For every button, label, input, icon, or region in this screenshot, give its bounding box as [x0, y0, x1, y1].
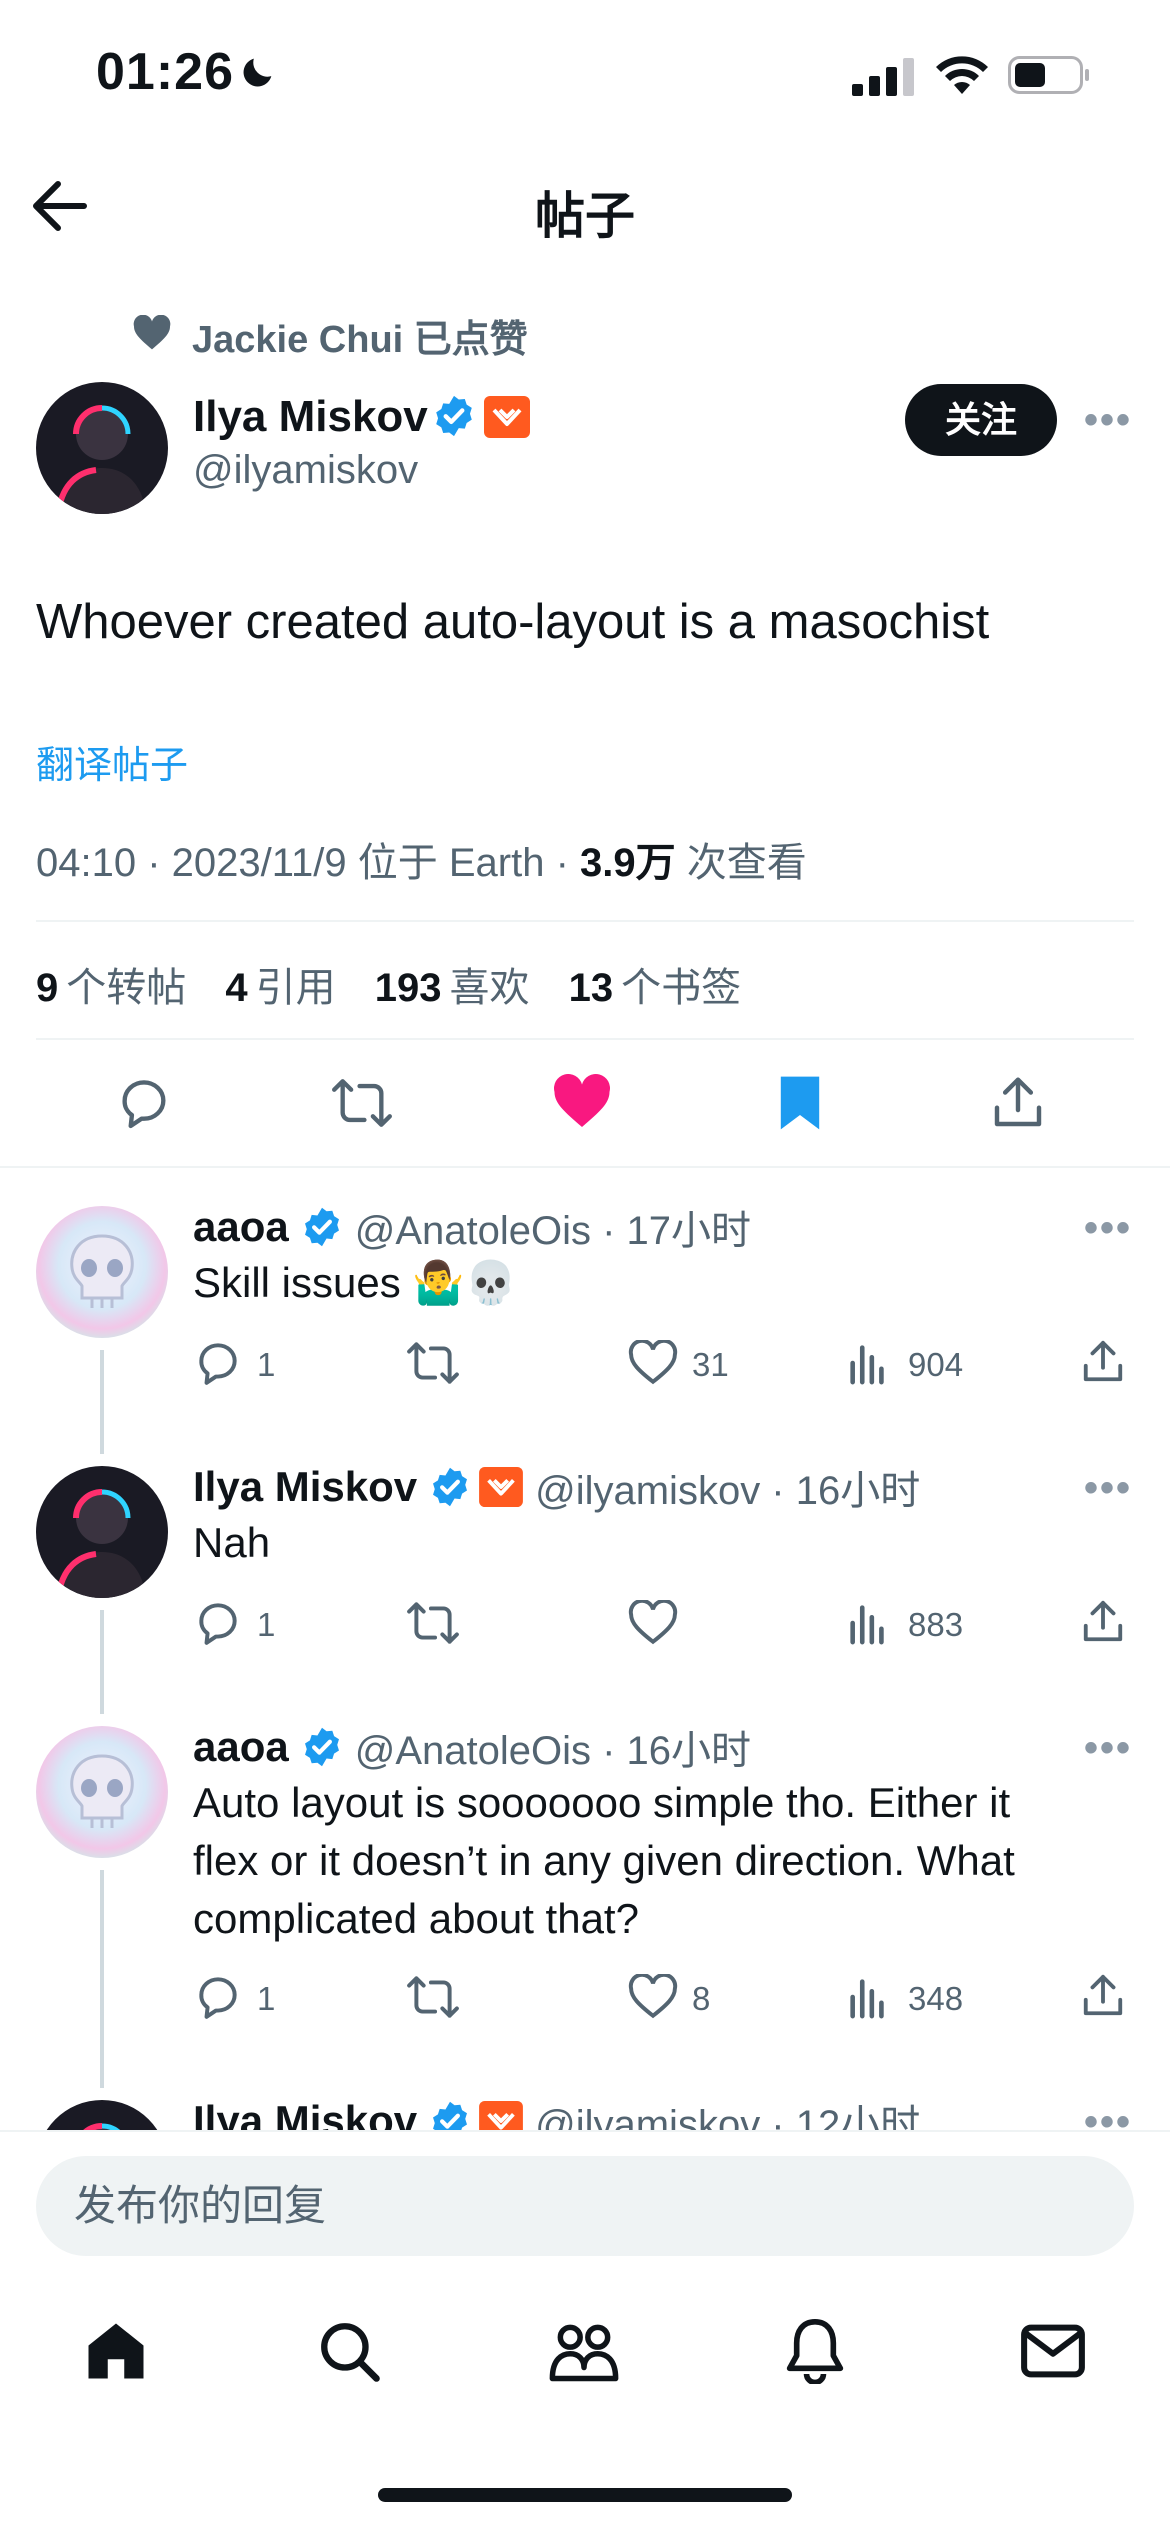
heart-icon	[132, 315, 172, 351]
home-indicator	[378, 2488, 792, 2502]
post-timestamp: 04:10 · 2023/11/9 位于 Earth ·	[36, 841, 581, 885]
reply-text: Auto layout is sooooooo simple tho. Eith…	[193, 1779, 1015, 1942]
more-options-icon[interactable]: •••	[1084, 1206, 1132, 1251]
views-label: 次查看	[675, 841, 807, 885]
avatar[interactable]	[36, 1466, 168, 1598]
bookmark-icon[interactable]	[776, 1074, 824, 1132]
liked-by-text[interactable]: Jackie Chui 已点赞	[192, 308, 528, 363]
status-time: 01:26	[96, 43, 234, 101]
share-icon[interactable]	[990, 1074, 1046, 1132]
avatar[interactable]	[36, 382, 168, 514]
verified-badge-icon	[301, 1726, 343, 1768]
reply-text: Skill issues 🤷‍♂️💀	[193, 1259, 517, 1306]
like-count: 8	[692, 1980, 711, 2017]
like-icon[interactable]	[552, 1074, 612, 1130]
reply-count: 1	[257, 1606, 276, 1643]
communities-icon[interactable]	[548, 2318, 620, 2384]
reposts-stat[interactable]: 9 个转帖	[36, 966, 214, 1010]
likes-stat[interactable]: 193 喜欢	[375, 966, 558, 1010]
repost-icon[interactable]	[406, 1338, 460, 1388]
views-icon[interactable]	[848, 1600, 888, 1646]
repost-icon[interactable]	[330, 1074, 394, 1132]
notifications-icon[interactable]	[784, 2316, 846, 2384]
divider	[36, 1038, 1134, 1040]
reply-count: 1	[257, 1346, 276, 1383]
reply-author-name[interactable]: aaoa	[193, 1203, 289, 1251]
reply-text: Nah	[193, 1519, 271, 1566]
repost-icon[interactable]	[406, 1598, 460, 1648]
share-icon[interactable]	[1080, 1598, 1126, 1646]
views-icon[interactable]	[848, 1340, 888, 1386]
reply-header: aaoa @AnatoleOis · 17小时	[193, 1198, 751, 1256]
reply-icon[interactable]	[193, 1972, 243, 2022]
divider	[36, 920, 1134, 922]
thread-line	[100, 1350, 104, 1454]
post-text: Whoever created auto-layout is a masochi…	[36, 595, 990, 649]
author-handle[interactable]: @ilyamiskov	[193, 448, 418, 493]
reply-icon[interactable]	[193, 1598, 243, 1648]
more-options-icon[interactable]: •••	[1084, 1466, 1132, 1511]
translate-post-link[interactable]: 翻译帖子	[36, 734, 188, 789]
verified-badge-icon	[301, 1206, 343, 1248]
verified-badge-icon	[429, 1466, 471, 1508]
reply-icon[interactable]	[193, 1338, 243, 1388]
author-name[interactable]: Ilya Miskov	[193, 392, 428, 442]
author-name-text[interactable]: Ilya Miskov	[193, 392, 428, 441]
repost-icon[interactable]	[406, 1972, 460, 2022]
share-icon[interactable]	[1080, 1972, 1126, 2020]
affiliate-badge-icon	[479, 1467, 524, 1507]
views-count: 883	[908, 1606, 964, 1643]
share-icon[interactable]	[1080, 1338, 1126, 1386]
reply-header: Ilya Miskov @ilyamiskov · 16小时	[193, 1458, 920, 1516]
search-icon[interactable]	[316, 2318, 382, 2384]
avatar[interactable]	[36, 1206, 168, 1338]
moon-icon	[238, 52, 278, 92]
messages-icon[interactable]	[1020, 2322, 1086, 2380]
more-options-icon[interactable]: •••	[1084, 1726, 1132, 1771]
affiliate-badge-icon	[484, 396, 530, 438]
reply-author-name[interactable]: aaoa	[193, 1723, 289, 1771]
verified-badge-icon	[432, 394, 476, 438]
home-icon[interactable]	[82, 2318, 150, 2384]
quotes-stat[interactable]: 4 引用	[225, 966, 363, 1010]
reply-header: aaoa @AnatoleOis · 16小时	[193, 1718, 751, 1776]
views-count: 904	[908, 1346, 964, 1383]
like-icon[interactable]	[628, 1340, 678, 1386]
avatar[interactable]	[36, 1726, 168, 1858]
reply-count: 1	[257, 1980, 276, 2017]
more-options-icon[interactable]: •••	[1084, 398, 1132, 443]
views-count: 348	[908, 1980, 964, 2017]
reply-icon[interactable]	[114, 1074, 174, 1132]
views-count[interactable]: 3.9万	[580, 841, 676, 885]
divider	[0, 1166, 1170, 1168]
like-icon[interactable]	[628, 1600, 678, 1646]
post-meta: 04:10 · 2023/11/9 位于 Earth · 3.9万 次查看	[36, 830, 807, 888]
reply-handle[interactable]: @AnatoleOis · 16小时	[355, 1718, 751, 1776]
wifi-icon	[934, 52, 990, 96]
like-count: 31	[692, 1346, 729, 1383]
bookmarks-stat[interactable]: 13 个书签	[569, 966, 742, 1010]
reply-author-name[interactable]: Ilya Miskov	[193, 1463, 417, 1511]
post-stats: 9 个转帖 4 引用 193 喜欢 13 个书签	[36, 955, 741, 1013]
follow-button[interactable]: 关注	[905, 384, 1057, 456]
reply-handle[interactable]: @ilyamiskov · 16小时	[535, 1458, 920, 1516]
battery-icon	[1008, 56, 1090, 94]
like-icon[interactable]	[628, 1974, 678, 2020]
reply-input[interactable]	[36, 2156, 1134, 2256]
reply-handle[interactable]: @AnatoleOis · 17小时	[355, 1198, 751, 1256]
thread-line	[100, 1610, 104, 1714]
views-icon[interactable]	[848, 1974, 888, 2020]
page-title: 帖子	[535, 188, 635, 244]
thread-line	[100, 1870, 104, 2088]
cellular-signal-icon	[852, 58, 916, 96]
